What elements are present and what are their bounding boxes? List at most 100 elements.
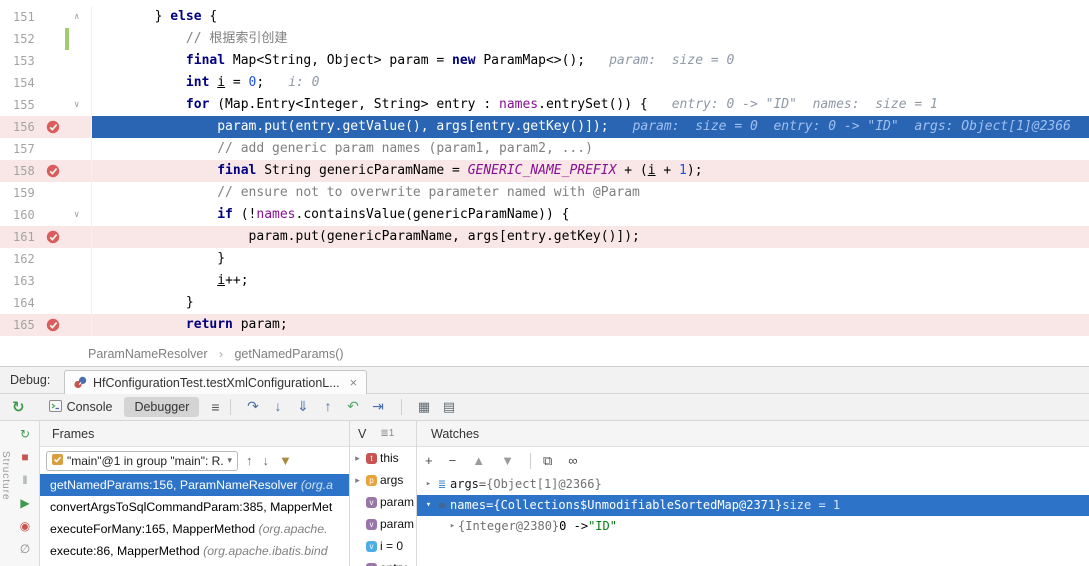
run-to-cursor-icon[interactable]: ⇥ xyxy=(366,398,391,415)
code-line-155[interactable]: 155 ∨ for (Map.Entry<Integer, String> ent… xyxy=(0,94,1089,116)
variable-type-icon: v xyxy=(366,518,377,530)
breadcrumb-method[interactable]: getNamedParams() xyxy=(234,347,343,361)
vcs-change-marker xyxy=(65,28,69,50)
watch-row[interactable]: ▾ ∞ names = {Collections$UnmodifiableSorte… xyxy=(417,495,1089,516)
stack-frame-row[interactable]: executeForMany:165, MapperMethod (org.ap… xyxy=(40,518,349,540)
tab-console[interactable]: Console xyxy=(39,397,123,418)
gutter: 161 xyxy=(0,226,92,248)
gutter: 158 xyxy=(0,160,92,182)
pause-icon[interactable]: ‖ xyxy=(12,469,38,492)
editor-lines: 151 ∧ } else {152 // 根据索引创建 153 final Map<… xyxy=(0,6,1089,336)
code-line-151[interactable]: 151 ∧ } else { xyxy=(0,6,1089,28)
menu-icon[interactable]: ≡ xyxy=(211,399,219,415)
variable-row[interactable]: ▸ t this xyxy=(350,447,416,469)
breakpoint-icon[interactable] xyxy=(46,164,60,178)
resume-icon[interactable]: ▶ xyxy=(12,492,38,515)
breakpoint-icon[interactable] xyxy=(46,318,60,332)
line-number: 154 xyxy=(13,76,35,90)
step-over-icon[interactable]: ↷ xyxy=(241,398,266,415)
watch-value-part: {Integer@2380} xyxy=(458,519,560,533)
code-line-162[interactable]: 162 } xyxy=(0,248,1089,270)
next-frame-icon[interactable]: ↓ xyxy=(263,453,270,468)
layout-grid-icon[interactable]: ▦ xyxy=(412,399,437,415)
step-into-icon[interactable]: ↓ xyxy=(266,398,291,414)
code-line-156[interactable]: 156 param.put(entry.getValue(), args[ent… xyxy=(0,116,1089,138)
debug-left-toolbar: Structure ↻ ■ ‖ ▶ ◉ ∅ xyxy=(0,421,40,566)
tab-console-label: Console xyxy=(66,400,113,414)
expand-chevron-icon[interactable]: ▸ xyxy=(352,453,363,464)
gutter: 157 xyxy=(0,138,92,160)
remove-watch-icon[interactable]: − xyxy=(449,453,457,468)
stack-frame-row[interactable]: execute:86, MapperMethod (org.apache.iba… xyxy=(40,540,349,562)
expand-chevron-icon[interactable]: ▸ xyxy=(352,563,363,566)
thread-selector[interactable]: "main"@1 in group "main": R... ▾ xyxy=(46,450,238,471)
ide-window: 151 ∧ } else {152 // 根据索引创建 153 final Map<… xyxy=(0,0,1089,566)
threads-view-icon[interactable]: ▤ xyxy=(437,399,462,415)
fold-marker-icon[interactable]: ∨ xyxy=(74,94,79,116)
line-number: 162 xyxy=(13,252,35,266)
previous-frame-icon[interactable]: ↑ xyxy=(246,453,253,468)
code-line-154[interactable]: 154 int i = 0; i: 0 xyxy=(0,72,1089,94)
code-line-164[interactable]: 164 } xyxy=(0,292,1089,314)
variable-row[interactable]: v param xyxy=(350,491,416,513)
code-line-163[interactable]: 163 i++; xyxy=(0,270,1089,292)
code-editor[interactable]: 151 ∧ } else {152 // 根据索引创建 153 final Map<… xyxy=(0,0,1089,342)
move-watch-up-icon[interactable]: ▲ xyxy=(472,453,485,468)
toolbar-separator xyxy=(529,452,531,469)
code-line-160[interactable]: 160 ∨ if (!names.containsValue(genericPar… xyxy=(0,204,1089,226)
watch-row[interactable]: ▸ ≣ args = {Object[1]@2366} xyxy=(417,474,1089,495)
variable-row[interactable]: ▸ p args xyxy=(350,469,416,491)
breadcrumb-class[interactable]: ParamNameResolver xyxy=(88,347,207,361)
debug-session-tab[interactable]: HfConfigurationTest.testXmlConfiguration… xyxy=(64,370,368,394)
move-watch-down-icon[interactable]: ▼ xyxy=(501,453,514,468)
expand-chevron-icon[interactable]: ▸ xyxy=(447,516,458,537)
variable-name: param xyxy=(380,495,415,509)
watch-name: args xyxy=(450,477,479,491)
variable-row[interactable]: vi = 0 xyxy=(350,535,416,557)
code-line-153[interactable]: 153 final Map<String, Object> param = ne… xyxy=(0,50,1089,72)
mute-breakpoints-icon[interactable]: ∅ xyxy=(12,538,38,561)
structure-stripe-label[interactable]: Structure xyxy=(0,451,12,501)
copy-icon[interactable]: ⧉ xyxy=(543,453,552,469)
debug-toolbar: ↻ Console Debugger ≡ ↷ ↓ ⇓ ↑ ↶ ⇥ ▦ ▤ xyxy=(0,394,1089,421)
variable-row[interactable]: ▸ventry xyxy=(350,557,416,566)
step-out-icon[interactable]: ↑ xyxy=(316,398,341,414)
code-line-161[interactable]: 161 param.put(genericParamName, args[ent… xyxy=(0,226,1089,248)
watch-row[interactable]: ▸ {Integer@2380} 0 -> "ID" xyxy=(417,516,1089,537)
drop-frame-icon[interactable]: ↶ xyxy=(341,398,366,415)
tab-debugger[interactable]: Debugger xyxy=(124,397,200,417)
rerun-debug-icon[interactable]: ↻ xyxy=(12,423,38,446)
rerun-icon[interactable]: ↻ xyxy=(12,398,25,416)
variables-view-icon[interactable]: ≣1 xyxy=(380,421,394,447)
thread-status-icon xyxy=(52,452,63,470)
close-icon[interactable]: × xyxy=(350,375,358,390)
fold-marker-icon[interactable]: ∧ xyxy=(74,6,79,28)
session-title: HfConfigurationTest.testXmlConfiguration… xyxy=(93,375,340,390)
code-line-158[interactable]: 158 final String genericParamName = GENE… xyxy=(0,160,1089,182)
expand-chevron-icon[interactable]: ▸ xyxy=(423,474,434,495)
show-watches-icon[interactable]: ∞ xyxy=(568,453,577,468)
stack-frame-row[interactable]: getNamedParams:156, ParamNameResolver (o… xyxy=(40,474,349,496)
code-line-152[interactable]: 152 // 根据索引创建 xyxy=(0,28,1089,50)
expand-chevron-icon[interactable]: ▸ xyxy=(352,475,363,486)
breakpoint-icon[interactable] xyxy=(46,230,60,244)
variable-type-icon: t xyxy=(366,452,377,464)
stack-frame-row[interactable]: convertArgsToSqlCommandParam:385, Mapper… xyxy=(40,496,349,518)
view-breakpoints-icon[interactable]: ◉ xyxy=(12,515,38,538)
hide-frames-filter-icon[interactable]: ▼ xyxy=(279,453,292,468)
variables-list: ▸tthis▸pargsvparamvparamvi = 0▸ventry xyxy=(350,447,416,566)
expand-chevron-icon[interactable]: ▾ xyxy=(423,495,434,516)
gutter: 154 xyxy=(0,72,92,94)
force-step-into-icon[interactable]: ⇓ xyxy=(291,398,316,415)
fold-marker-icon[interactable]: ∨ xyxy=(74,204,79,226)
code-line-165[interactable]: 165 return param; xyxy=(0,314,1089,336)
gutter: 153 xyxy=(0,50,92,72)
code-line-159[interactable]: 159 // ensure not to overwrite parameter… xyxy=(0,182,1089,204)
code-line-157[interactable]: 157 // add generic param names (param1, … xyxy=(0,138,1089,160)
variable-row[interactable]: v param xyxy=(350,513,416,535)
stop-icon[interactable]: ■ xyxy=(12,446,38,469)
breakpoint-icon[interactable] xyxy=(46,120,60,134)
debug-label: Debug: xyxy=(10,373,51,387)
add-watch-icon[interactable]: + xyxy=(425,453,433,468)
breadcrumb: ParamNameResolver › getNamedParams() xyxy=(0,342,1089,366)
